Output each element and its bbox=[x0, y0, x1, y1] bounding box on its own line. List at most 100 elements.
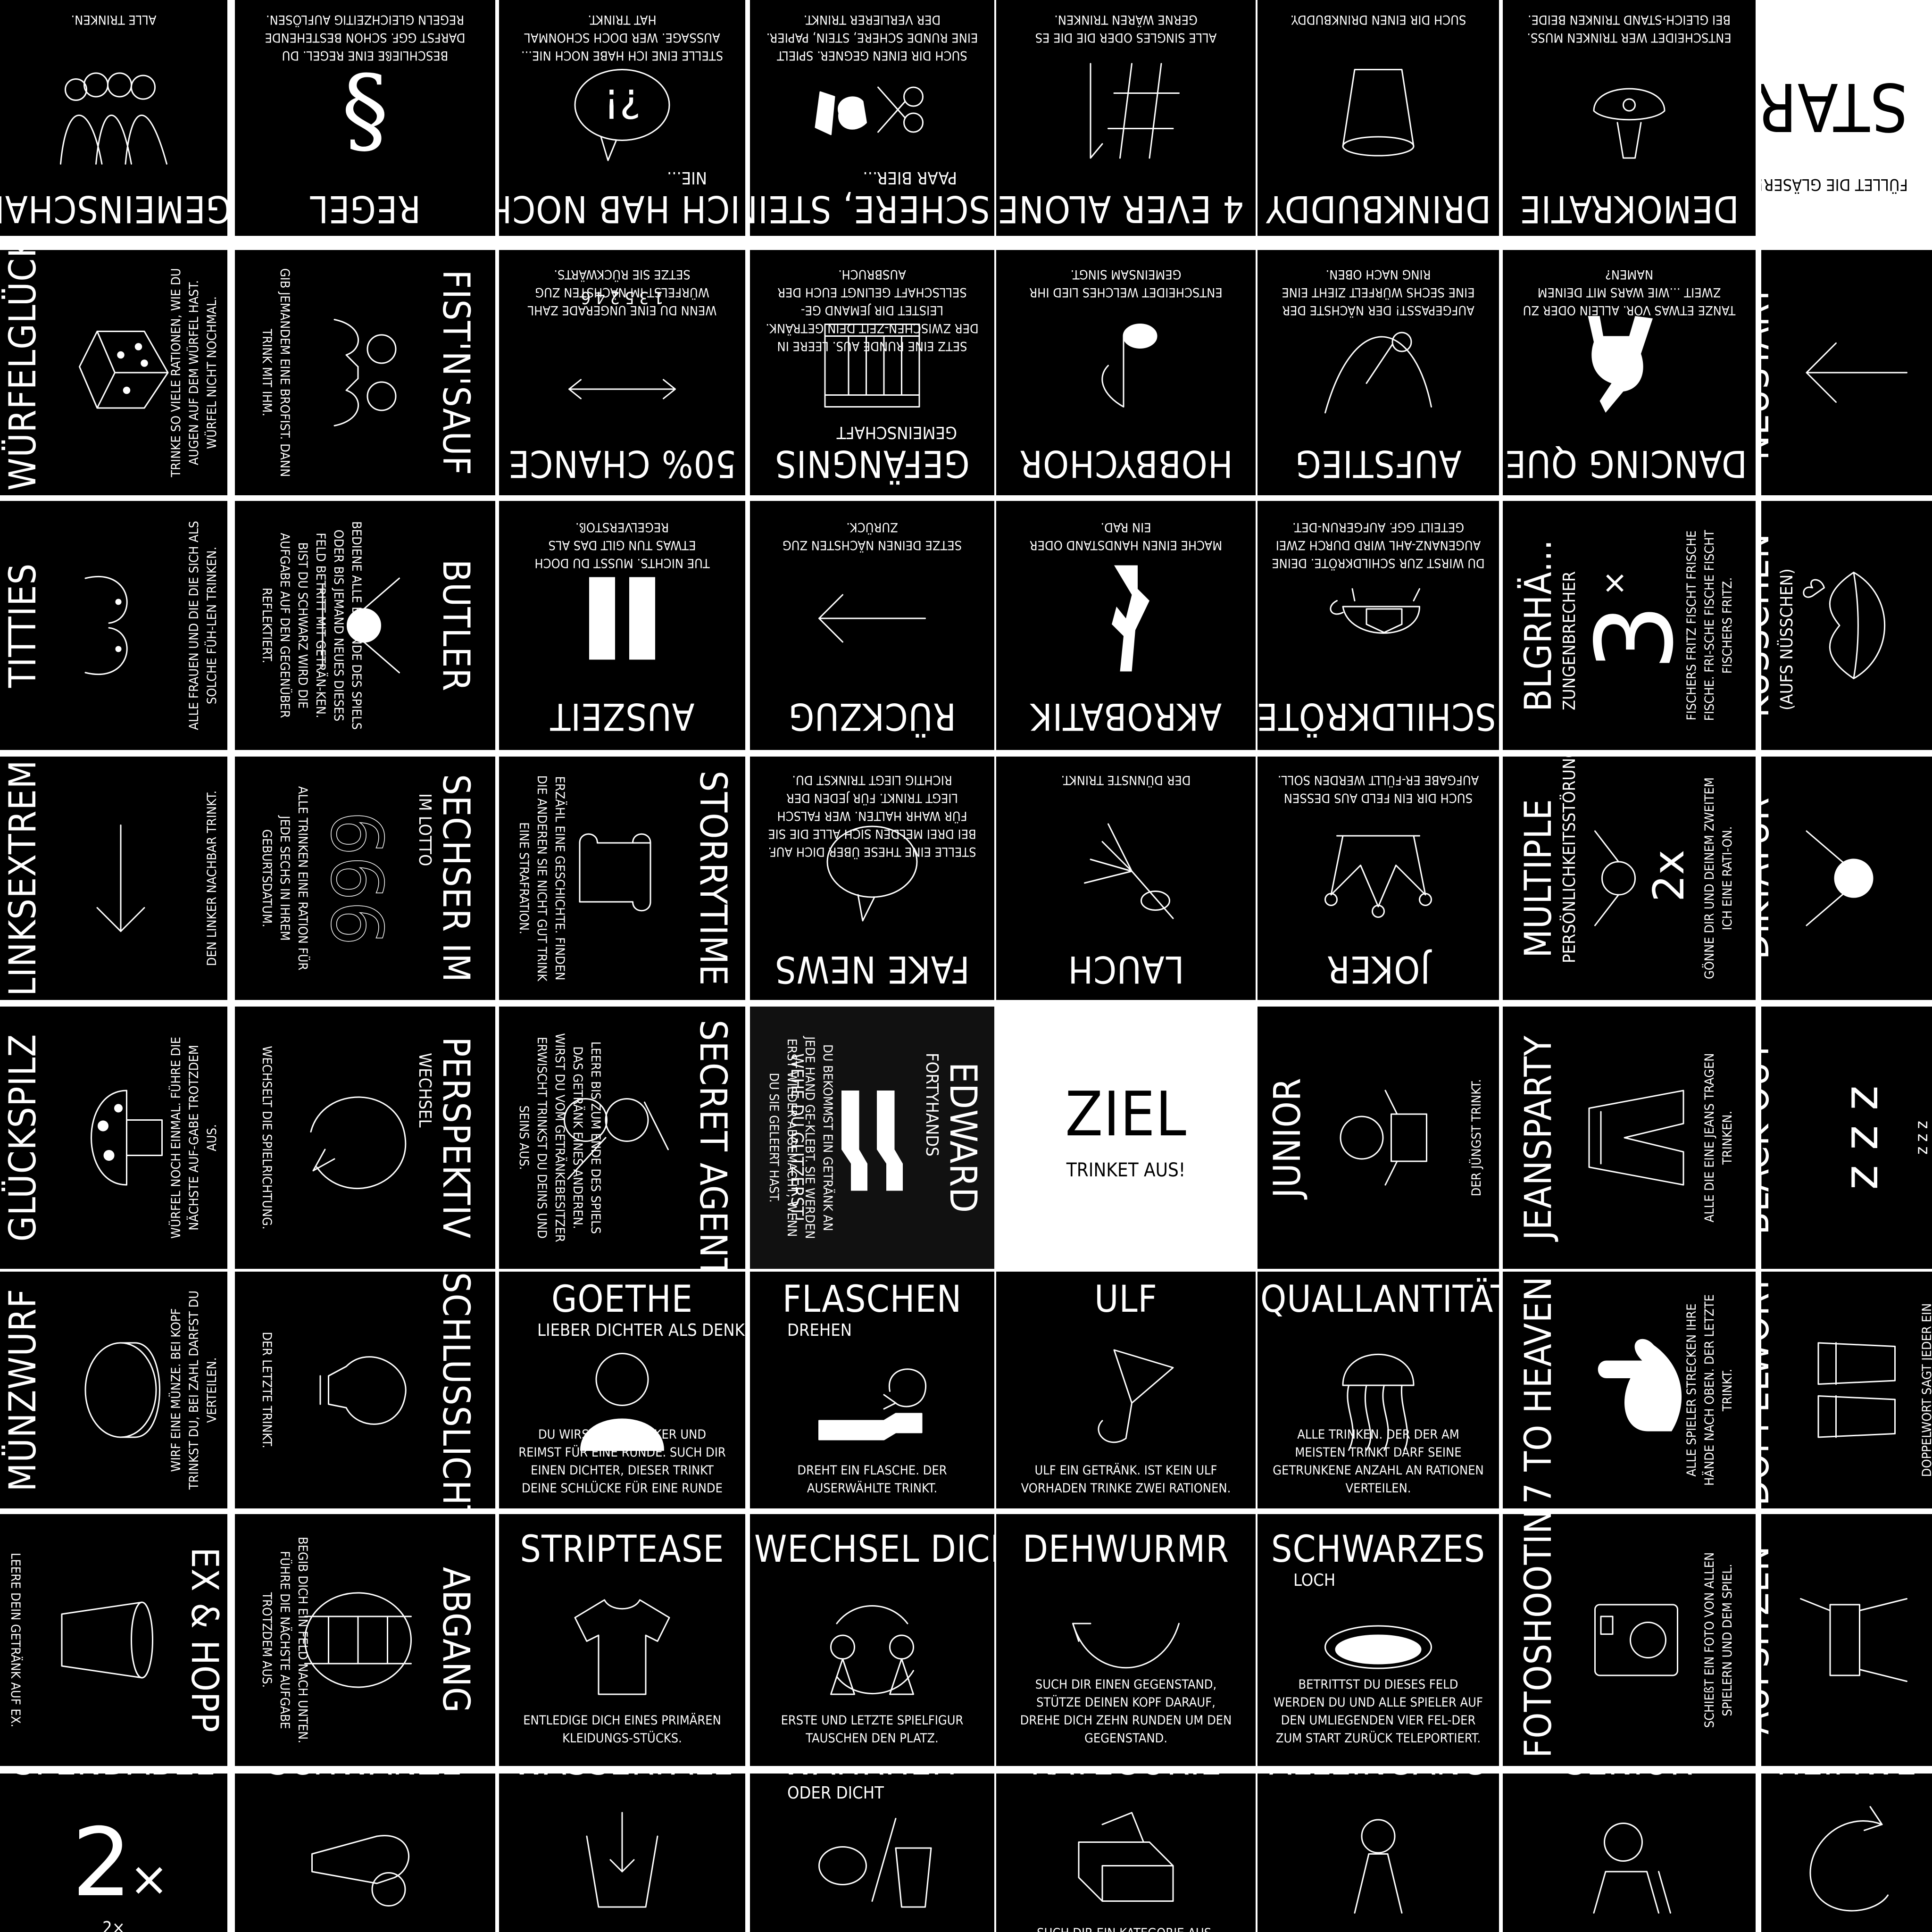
tile-subtitle: (AUFS NÜSSCHEN) bbox=[1777, 568, 1797, 710]
tile-label: 2× bbox=[102, 1918, 125, 1932]
tile-description: SETZ EINE RUNDE AUS. LEERE IN DER ZWISCH… bbox=[766, 267, 979, 353]
tile-jeansparty[interactable]: JEANSPARTY ALLE DIE EINE JEANS TRAGEN TRI… bbox=[1503, 1007, 1756, 1269]
tile-schlusslicht[interactable]: SCHLUSSLICHT DER LETZTE TRINKT. bbox=[235, 1272, 495, 1508]
tile-4-ever-alone[interactable]: 4 EVER ALONE ALLE SINGLES ODER DIE DIE ES… bbox=[996, 0, 1256, 236]
tile-wechsel-dich[interactable]: WECHSEL DICH ERSTE UND LETZTE SPIELFIGUR … bbox=[750, 1514, 994, 1766]
tile-title: DRINKBUDDY bbox=[1265, 187, 1491, 230]
tile-description: DU WIRST ZUM DENKER UND REIMST FÜR EINE … bbox=[518, 1427, 726, 1496]
tile-description: LEERE BIS ZUM ENDE DES SPIELS DAS GETRÄN… bbox=[516, 1033, 603, 1242]
tile-aufsitzen[interactable]: AUFSITZEN bbox=[1761, 1514, 1932, 1766]
arrow-left-icon bbox=[62, 819, 180, 937]
tile-title: DANCING QUEEN bbox=[1503, 442, 1747, 484]
scissors-stone-paper-icon bbox=[813, 52, 931, 170]
tile-regel[interactable]: REGEL § BESCHLIEßE EINE REGEL. DU DARFST G… bbox=[235, 0, 495, 236]
tile-content: DRINKBUDDY SUCH DIR EINEN DRINKBUDDY. bbox=[1260, 0, 1496, 236]
tile-gemeinschaft[interactable]: GEMEINSCHAFT ALLE TRINKEN. bbox=[0, 0, 227, 236]
tile-akrobatik[interactable]: AKROBATIK MACHE EINEN HANDSTAND ODER EIN … bbox=[996, 501, 1256, 750]
jeans-icon bbox=[1577, 1079, 1695, 1197]
tile-quallantitat[interactable]: QUALLANTITÄT ALLE TRINKEN. DER DER AM MEI… bbox=[1257, 1272, 1499, 1508]
tile-kategorie[interactable]: KATEGORIE SUCH DIR EIN KATEGORIE AUS. JED… bbox=[996, 1774, 1256, 1932]
tile-content: BLACK OUT z z z z z z bbox=[1761, 1020, 1932, 1256]
tile-title: RÜCKZUG bbox=[788, 695, 956, 737]
tile-title: ULF bbox=[1094, 1278, 1158, 1321]
tile-butler[interactable]: BUTLER BEDIENE ALLE BIS ENDE DES SPIELS O… bbox=[235, 501, 495, 750]
tile-wurfelgluck[interactable]: WÜRFELGLÜCK TRINKE SO VIELE RATIONEN, WIE… bbox=[0, 250, 227, 495]
tile-demokratie[interactable]: DEMOKRATIE ENTSCHEIDET WER TRINKEN MUSS. … bbox=[1503, 0, 1756, 236]
tile-titties[interactable]: TITTIES ALLE FRAUEN UND DIE DIE SICH ALS … bbox=[0, 501, 227, 750]
tile-content: ULF ULF EIN GETRÄNK. IST KEIN ULF VORHADE… bbox=[1008, 1272, 1244, 1508]
svg-text:×: × bbox=[1597, 570, 1632, 596]
tile-abgang[interactable]: ABGANG BEGIB DICH EIN FELD NACH UNTEN. FÜ… bbox=[235, 1514, 495, 1766]
tile-schildkrote[interactable]: SCHILDKRÖTE DU WIRST ZUR SCHILDKRÖTE. DEI… bbox=[1257, 501, 1499, 750]
tile-schwarzes[interactable]: SCHWARZES LOCH BETRITTST DU DIESES FELD WE… bbox=[1257, 1514, 1499, 1766]
tile-content: NEUSTART bbox=[1761, 255, 1932, 491]
tile-spendabel[interactable]: SPENDABEL2×2× bbox=[0, 1774, 227, 1932]
tile-wasserfall[interactable]: WASSERFALL bbox=[499, 1774, 745, 1932]
tile-perspektiv[interactable]: PERSPEKTIV WECHSEL WECHSELT DIE SPIELRICHT… bbox=[235, 1007, 495, 1269]
tile-diktatur[interactable]: DIKTATUR bbox=[1761, 757, 1932, 1000]
tile-gluckspilz[interactable]: GLÜCKSPILZ WÜRFEL NOCH EINMAL. FÜHRE DIE … bbox=[0, 1007, 227, 1269]
tile-multiple[interactable]: MULTIPLE PERSÖNLICHKEITSSTÖRUNG 2x GÖNNE DI… bbox=[1503, 757, 1756, 1000]
tile-secret-agent[interactable]: SECRET AGENT LEERE BIS ZUM ENDE DES SPIEL… bbox=[499, 1007, 745, 1269]
tile-goethe[interactable]: GOETHE LIEBER DICHTER ALS DENKER DU WIRST … bbox=[499, 1272, 745, 1508]
tile-schwanze[interactable]: SCHWÄNZE bbox=[235, 1774, 495, 1932]
tile-subtitle: PERSÖNLICHKEITSSTÖRUNG bbox=[1560, 757, 1579, 963]
tile-kusschen[interactable]: KÜSSCHEN (AUFS NÜSSCHEN) bbox=[1761, 501, 1932, 750]
tile-sechser-im[interactable]: SECHSER IM IM LOTTO 666 ALLE TRINKEN EINE R… bbox=[235, 757, 495, 1000]
tile-ziel[interactable]: ZIEL TRINKET AUS! bbox=[996, 1007, 1256, 1269]
tile-munzwurf[interactable]: MÜNZWURF WIRF EINE MÜNZE. BEI KOPF TRINKS… bbox=[0, 1272, 227, 1508]
old-man-icon bbox=[1570, 1801, 1688, 1919]
tile-fake-news[interactable]: FAKE NEWS STELLE EINE THESE ÜBER DICH AUF… bbox=[750, 757, 994, 1000]
tile-content: MÜNZWURF WIRF EINE MÜNZE. BEI KOPF TRINKS… bbox=[0, 1272, 227, 1508]
camera-icon bbox=[1577, 1581, 1695, 1699]
tile-joker[interactable]: JOKER SUCH DIR EIN FELD AUS DESSEN AUFGAB… bbox=[1257, 757, 1499, 1000]
tile-title: SENIOR bbox=[1511, 1774, 1747, 1783]
speech-bubble-question-icon: ?! bbox=[563, 52, 681, 170]
tile-subtitle: LIEBER DICHTER ALS DENKER bbox=[537, 1321, 745, 1340]
tile-storrytime[interactable]: STORRYTIME ERZÄHL EINE GESCHICHTE. FINDEN… bbox=[499, 757, 745, 1000]
tile-flaschen[interactable]: FLASCHEN DREHEN DREHT EIN FLASCHE. DER AUS… bbox=[750, 1272, 994, 1508]
tile-title: DEHWURMR bbox=[1023, 1528, 1229, 1571]
tile-schere-stein[interactable]: SCHERE, STEIN,PAAR BIER... SUCH DIR EINEN… bbox=[750, 0, 994, 236]
tile-doppelwort[interactable]: DOPPELWORT DOPPELWORT SAGT JEDER EIN ZUSA… bbox=[1761, 1272, 1932, 1508]
tile-hobbychor[interactable]: HOBBYCHOR ENTSCHEIDET WELCHES LIED IHR GE… bbox=[996, 250, 1256, 495]
tile-description: WECHSELT DIE SPIELRICHTUNG. bbox=[259, 1046, 274, 1230]
tile-dancing-queen[interactable]: DANCING QUEEN TANZE ETWAS VOR. ALLEIN ODE… bbox=[1503, 250, 1756, 495]
swap-pawns-icon bbox=[813, 1588, 931, 1706]
tile-title: ALLEINGANG bbox=[1260, 1774, 1496, 1783]
person-two-times-icon: 2x bbox=[1577, 819, 1695, 937]
tile-content: ABGANG BEGIB DICH EIN FELD NACH UNTEN. FÜ… bbox=[247, 1522, 483, 1758]
tile-drinkbuddy[interactable]: DRINKBUDDY SUCH DIR EINEN DRINKBUDDY. bbox=[1257, 0, 1499, 236]
tile-heimwe[interactable]: HEIMWE bbox=[1761, 1774, 1932, 1932]
tile-description: STELLE EINE ICH HABE NOCH NIE... AUSSAGE… bbox=[521, 12, 724, 63]
tile-striptease[interactable]: STRIPTEASE ENTLEDIGE DICH EINES PRIMÄREN … bbox=[499, 1514, 745, 1766]
tile-fist-n-sauf[interactable]: FIST'N'SAUF GIB JEMANDEM EINE BROFIST. DA… bbox=[235, 250, 495, 495]
tile-alleingang[interactable]: ALLEINGANG bbox=[1257, 1774, 1499, 1932]
tile-gefangnis[interactable]: GEFÄNGNIS GEMEINSCHAFT SETZ EINE RUNDE AUS… bbox=[750, 250, 994, 495]
tile-description: SUCH DIR EINEN DRINKBUDDY. bbox=[1290, 12, 1466, 27]
tile-aufstieg[interactable]: AUFSTIEG AUFGEPASST! DER NÄCHSTE DER EINE… bbox=[1257, 250, 1499, 495]
toolbox-icon bbox=[1067, 1801, 1185, 1919]
tile-lauch[interactable]: LAUCH DER DÜNNSTE TRINKT. bbox=[996, 757, 1256, 1000]
tile-ex-hopp[interactable]: EX & HOPP LEERE DEIN GETRÄNK AUF EX. bbox=[0, 1514, 227, 1766]
tile-black-out[interactable]: BLACK OUT z z z z z z bbox=[1761, 1007, 1932, 1269]
tile-auszeit[interactable]: AUSZEIT TUE NICHTS. MUSST DU DOCH ETWAS T… bbox=[499, 501, 745, 750]
tile-edward[interactable]: EDWARD FORTYHANDS WEHE DU GLITZERST! DU BEK… bbox=[750, 1007, 994, 1269]
tile-neustart[interactable]: NEUSTART bbox=[1761, 250, 1932, 495]
tile-start[interactable]: START FÜLLET DIE GLÄSER! bbox=[1761, 0, 1932, 236]
tile-wahrheit[interactable]: WAHRHEITODER DICHT bbox=[750, 1774, 994, 1932]
tile-ich-hab-noch[interactable]: ICH HAB NOCH NIE...?! STELLE EINE ICH HABE… bbox=[499, 0, 745, 236]
tile-ulf[interactable]: ULF ULF EIN GETRÄNK. IST KEIN ULF VORHADE… bbox=[996, 1272, 1256, 1508]
tile-7-to-heaven[interactable]: 7 TO HEAVEN ALLE SPIELER STRECKEN IHRE HÄ… bbox=[1503, 1272, 1756, 1508]
tile-junior[interactable]: JUNIOR DER JÜNGST TRINKT. bbox=[1257, 1007, 1499, 1269]
tile-ruckzug[interactable]: RÜCKZUG SETZE DEINEN NÄCHSTEN ZUG ZURÜCK. bbox=[750, 501, 994, 750]
tile-content: DANCING QUEEN TANZE ETWAS VOR. ALLEIN ODE… bbox=[1503, 255, 1747, 491]
tile-linksextrem[interactable]: LINKSEXTREM DEN LINKER NACHBAR TRINKT. bbox=[0, 757, 227, 1000]
tile-50-chance[interactable]: 50% CHANCE 1 3 5 2 4 6 WENN DU EINE UNGERA… bbox=[499, 250, 745, 495]
tile-title: ABGANG bbox=[434, 1566, 477, 1713]
tail-icon bbox=[306, 1801, 424, 1919]
tile-dehwurmr[interactable]: DEHWURMR SUCH DIR EINEN GEGENSTAND, STÜTZ… bbox=[996, 1514, 1256, 1766]
tile-senior[interactable]: SENIOR bbox=[1503, 1774, 1756, 1932]
tile-fotoshooting[interactable]: FOTOSHOOTING SCHIEßT EIN FOTO VON ALLEN S… bbox=[1503, 1514, 1756, 1766]
tile-blgrha[interactable]: BLGRHÄ... ZUNGENBRECHER 3 × FISCHERS FRITZ F… bbox=[1503, 501, 1756, 750]
